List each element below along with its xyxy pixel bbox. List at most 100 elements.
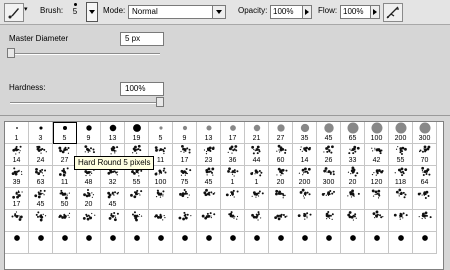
brush-preset-cell[interactable] <box>77 210 101 232</box>
brush-preset-cell[interactable]: 300 <box>317 166 341 188</box>
flow-input[interactable]: 100% <box>340 5 380 19</box>
brush-preset-cell[interactable]: 20 <box>341 166 365 188</box>
brush-preset-cell[interactable]: 1 <box>221 166 245 188</box>
brush-preset-cell[interactable] <box>125 232 149 254</box>
brush-preset-cell[interactable] <box>221 188 245 210</box>
brush-preset-cell[interactable] <box>341 210 365 232</box>
brush-preset-cell[interactable] <box>221 232 245 254</box>
mode-select[interactable]: Normal <box>128 5 226 19</box>
brush-preset-cell[interactable] <box>29 210 53 232</box>
brush-preset-cell[interactable]: 45 <box>317 122 341 144</box>
brush-preset-cell[interactable]: 13 <box>101 122 125 144</box>
master-diameter-slider-thumb[interactable] <box>7 48 15 58</box>
brush-preset-cell[interactable]: 200 <box>293 166 317 188</box>
brush-preset-cell[interactable]: 42 <box>365 144 389 166</box>
brush-preset-cell[interactable]: 26 <box>317 144 341 166</box>
brush-preset-cell[interactable]: 20 <box>77 188 101 210</box>
brush-preset-cell[interactable]: 75 <box>173 166 197 188</box>
brush-preset-cell[interactable]: 27 <box>269 122 293 144</box>
brush-preset-cell[interactable] <box>293 188 317 210</box>
hardness-slider-thumb[interactable] <box>156 97 164 107</box>
brush-preset-cell[interactable] <box>125 188 149 210</box>
brush-preset-cell[interactable]: 45 <box>197 166 221 188</box>
brush-preset-cell[interactable]: 70 <box>413 144 437 166</box>
airbrush-toggle-icon[interactable] <box>383 3 403 22</box>
brush-preset-cell[interactable] <box>413 188 437 210</box>
brush-preset-cell[interactable] <box>5 210 29 232</box>
brush-preset-cell[interactable] <box>293 232 317 254</box>
brush-preset-cell[interactable]: 39 <box>5 166 29 188</box>
master-diameter-input[interactable]: 5 px <box>120 32 164 46</box>
brush-preset-cell[interactable]: 19 <box>125 122 149 144</box>
brush-preset-cell[interactable] <box>149 232 173 254</box>
brush-preset-cell[interactable]: 17 <box>221 122 245 144</box>
brush-preset-cell[interactable] <box>101 232 125 254</box>
brush-preset-cell[interactable] <box>29 232 53 254</box>
brush-preset-cell[interactable] <box>389 188 413 210</box>
brush-preset-cell[interactable]: 65 <box>341 122 365 144</box>
brush-preset-cell[interactable]: 3 <box>29 122 53 144</box>
brush-preset-cell[interactable]: 120 <box>365 166 389 188</box>
brush-preset-cell[interactable] <box>269 232 293 254</box>
brush-preset-cell[interactable]: 100 <box>365 122 389 144</box>
brush-preset-cell[interactable]: 13 <box>197 122 221 144</box>
brush-preset-cell[interactable]: 1 <box>5 122 29 144</box>
brush-preset-cell[interactable] <box>77 232 101 254</box>
brush-preset-cell[interactable]: 44 <box>245 144 269 166</box>
brush-preset-cell[interactable] <box>197 232 221 254</box>
brush-preset-cell[interactable]: 300 <box>413 122 437 144</box>
hardness-slider-track[interactable] <box>10 102 160 104</box>
brush-preset-cell[interactable] <box>413 210 437 232</box>
brush-preset-cell[interactable] <box>53 210 77 232</box>
brush-preset-cell[interactable] <box>269 188 293 210</box>
brush-preset-cell[interactable] <box>365 232 389 254</box>
brush-preset-cell[interactable] <box>317 188 341 210</box>
brush-preset-cell[interactable] <box>365 188 389 210</box>
brush-preset-cell[interactable]: 9 <box>173 122 197 144</box>
brush-preset-cell[interactable]: 9 <box>77 122 101 144</box>
brush-preset-cell[interactable]: 14 <box>293 144 317 166</box>
brush-preset-cell[interactable]: 63 <box>29 166 53 188</box>
brush-preset-cell[interactable]: 1 <box>245 166 269 188</box>
brush-preset-cell[interactable]: 60 <box>269 144 293 166</box>
brush-preset-cell[interactable]: 21 <box>245 122 269 144</box>
brush-preset-cell[interactable] <box>245 188 269 210</box>
brush-preset-cell[interactable]: 45 <box>29 188 53 210</box>
brush-preset-cell[interactable]: 5 <box>53 122 77 144</box>
brush-preset-cell[interactable] <box>341 232 365 254</box>
brush-preset-cell[interactable] <box>197 210 221 232</box>
hardness-input[interactable]: 100% <box>120 82 164 96</box>
brush-preset-cell[interactable]: 55 <box>389 144 413 166</box>
brush-preset-cell[interactable]: 14 <box>5 144 29 166</box>
brush-preset-cell[interactable] <box>365 210 389 232</box>
tool-preset-chevron-down-icon[interactable]: ▾ <box>24 5 28 13</box>
master-diameter-slider-track[interactable] <box>10 53 160 55</box>
brush-preset-cell[interactable] <box>149 188 173 210</box>
brush-preset-cell[interactable] <box>245 210 269 232</box>
brush-size-preview[interactable]: 5 <box>69 2 81 16</box>
brush-preset-cell[interactable]: 20 <box>269 166 293 188</box>
brush-preset-cell[interactable] <box>173 210 197 232</box>
brush-preset-cell[interactable] <box>389 232 413 254</box>
brush-preset-cell[interactable]: 118 <box>389 166 413 188</box>
brush-preset-cell[interactable] <box>317 210 341 232</box>
mode-chevron-down-icon[interactable] <box>212 6 225 18</box>
opacity-input[interactable]: 100% <box>270 5 312 19</box>
brush-preset-cell[interactable] <box>269 210 293 232</box>
flow-arrow-icon[interactable] <box>370 6 379 18</box>
brush-preset-cell[interactable] <box>293 210 317 232</box>
brush-preset-cell[interactable]: 33 <box>341 144 365 166</box>
tool-preset-brush-icon[interactable] <box>4 3 24 22</box>
brush-preset-cell[interactable]: 50 <box>53 188 77 210</box>
brush-preset-cell[interactable]: 5 <box>149 122 173 144</box>
brush-preset-cell[interactable] <box>197 188 221 210</box>
brush-preset-cell[interactable] <box>125 210 149 232</box>
brush-preset-cell[interactable] <box>413 232 437 254</box>
opacity-arrow-icon[interactable] <box>302 6 311 18</box>
brush-preset-cell[interactable] <box>317 232 341 254</box>
brush-preset-cell[interactable] <box>221 210 245 232</box>
brush-preset-cell[interactable] <box>341 188 365 210</box>
brush-preset-cell[interactable]: 45 <box>101 188 125 210</box>
brush-preset-cell[interactable]: 200 <box>389 122 413 144</box>
brush-preset-cell[interactable]: 36 <box>221 144 245 166</box>
